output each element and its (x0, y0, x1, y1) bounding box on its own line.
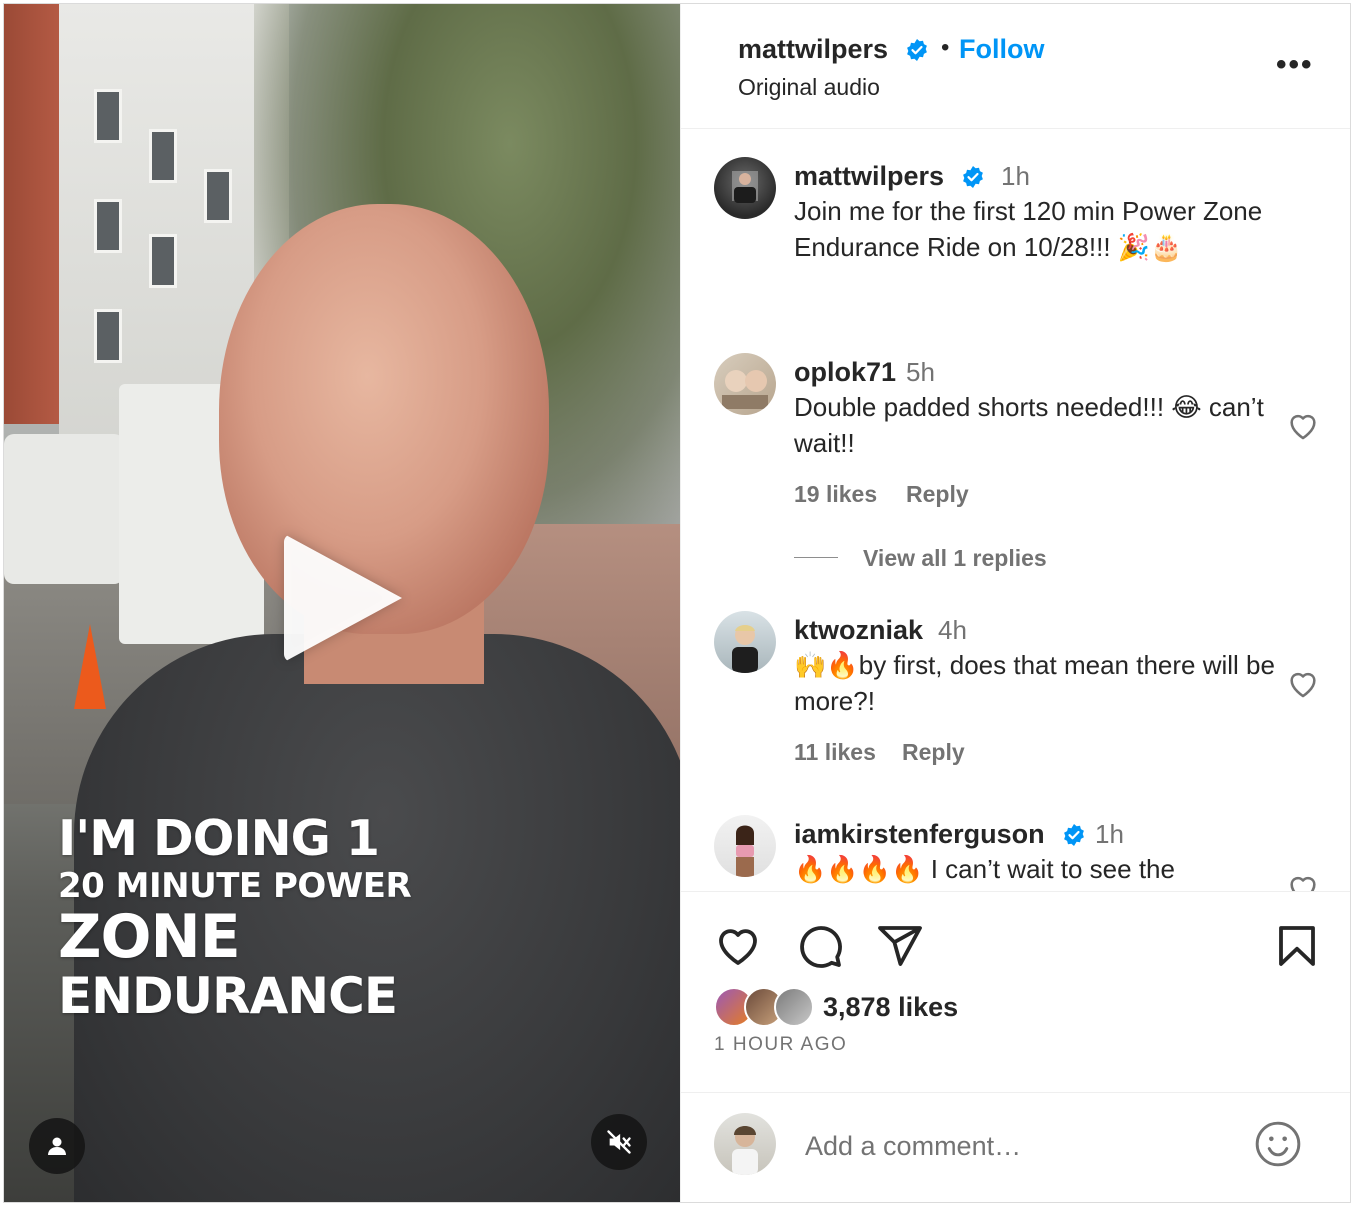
muted-speaker-icon (607, 1130, 631, 1154)
audio-link[interactable]: Original audio (738, 74, 880, 101)
video-scene-brick-building (4, 4, 59, 424)
mute-toggle-button[interactable] (591, 1114, 647, 1170)
verified-badge-icon (1064, 824, 1084, 846)
reel-video[interactable]: I'M DOING 1 20 MINUTE POWER ZONE ENDURAN… (4, 4, 680, 1202)
comment-text: 🙌🔥by first, does that mean there will be… (794, 650, 1275, 716)
video-scene-window (94, 89, 122, 143)
comment-username[interactable]: iamkirstenferguson (794, 819, 1045, 850)
comment-timestamp[interactable]: 4h (938, 615, 967, 646)
comments-list[interactable]: mattwilpers 1h Join me for the first 120… (681, 129, 1350, 891)
video-scene-traffic-cone (74, 624, 106, 709)
add-comment-input[interactable] (803, 1125, 1237, 1167)
caption-text: Join me for the first 120 min Power Zone… (794, 196, 1263, 262)
avatar[interactable] (714, 157, 776, 219)
avatar-image (732, 625, 758, 673)
comment-likes-count[interactable]: 11 likes (794, 739, 876, 766)
post-timestamp[interactable]: 1 HOUR AGO (714, 1034, 847, 1056)
tagged-users-button[interactable] (29, 1118, 85, 1174)
comment-reply-button[interactable]: Reply (902, 739, 965, 766)
video-scene-window (149, 234, 177, 288)
add-comment-bar (681, 1092, 1350, 1202)
video-caption-line: ZONE (58, 902, 241, 972)
video-text-overlay: I'M DOING 1 20 MINUTE POWER ZONE ENDURAN… (58, 810, 412, 1025)
verified-badge-icon (963, 166, 983, 188)
replies-divider (794, 557, 838, 558)
author-username-link[interactable]: mattwilpers (738, 34, 888, 65)
avatar-image (732, 171, 758, 203)
comment-timestamp[interactable]: 5h (906, 357, 935, 388)
video-scene-window (94, 309, 122, 363)
video-scene-window (94, 199, 122, 253)
comment-icon[interactable] (796, 922, 844, 970)
video-scene-window (204, 169, 232, 223)
comment-like-heart-icon[interactable] (1286, 667, 1320, 701)
comment-likes-count[interactable]: 19 likes (794, 481, 877, 508)
comment-username[interactable]: mattwilpers (794, 161, 944, 192)
avatar (774, 987, 814, 1027)
comment-like-heart-icon[interactable] (1286, 409, 1320, 443)
play-icon[interactable] (284, 534, 402, 662)
share-icon[interactable] (876, 922, 924, 970)
post-modal: I'M DOING 1 20 MINUTE POWER ZONE ENDURAN… (3, 3, 1351, 1203)
post-actions: 3,878 likes 1 HOUR AGO (681, 891, 1350, 1202)
comment-reply-button[interactable]: Reply (906, 481, 969, 508)
post-sidebar: mattwilpers • Follow Original audio ••• … (680, 4, 1350, 1202)
post-header: mattwilpers • Follow Original audio ••• (681, 4, 1350, 129)
header-separator: • (941, 34, 950, 61)
video-caption-line: 20 MINUTE POWER (58, 866, 412, 906)
verified-badge-icon (907, 39, 927, 61)
likes-count[interactable]: 3,878 likes (823, 992, 958, 1023)
avatar-image (722, 370, 768, 409)
avatar (714, 1113, 776, 1175)
comment-timestamp[interactable]: 1h (1001, 161, 1030, 192)
heart-icon[interactable] (714, 922, 762, 970)
comment-timestamp[interactable]: 1h (1095, 819, 1124, 850)
avatar-image (732, 1126, 758, 1175)
comment-like-heart-icon[interactable] (1286, 871, 1320, 891)
more-options-button[interactable]: ••• (1276, 48, 1314, 82)
avatar[interactable] (714, 353, 776, 415)
follow-button[interactable]: Follow (959, 34, 1044, 65)
avatar-image (736, 825, 754, 877)
video-scene-window (149, 129, 177, 183)
emoji-icon[interactable] (1253, 1119, 1303, 1169)
comment-text: 🔥🔥🔥🔥 I can’t wait to see the (794, 854, 1175, 884)
comment-username[interactable]: ktwozniak (794, 615, 923, 646)
video-caption-line: I'M DOING 1 (58, 810, 380, 867)
video-caption-line: ENDURANCE (58, 967, 398, 1025)
comment-username[interactable]: oplok71 (794, 357, 896, 388)
bookmark-icon[interactable] (1273, 922, 1321, 970)
avatar[interactable] (714, 611, 776, 673)
avatar[interactable] (714, 815, 776, 877)
video-scene-van (4, 434, 124, 584)
comment-text: Double padded shorts needed!!! 😂 can’t w… (794, 392, 1264, 458)
view-replies-button[interactable]: View all 1 replies (863, 545, 1047, 572)
user-tag-icon (48, 1137, 66, 1155)
